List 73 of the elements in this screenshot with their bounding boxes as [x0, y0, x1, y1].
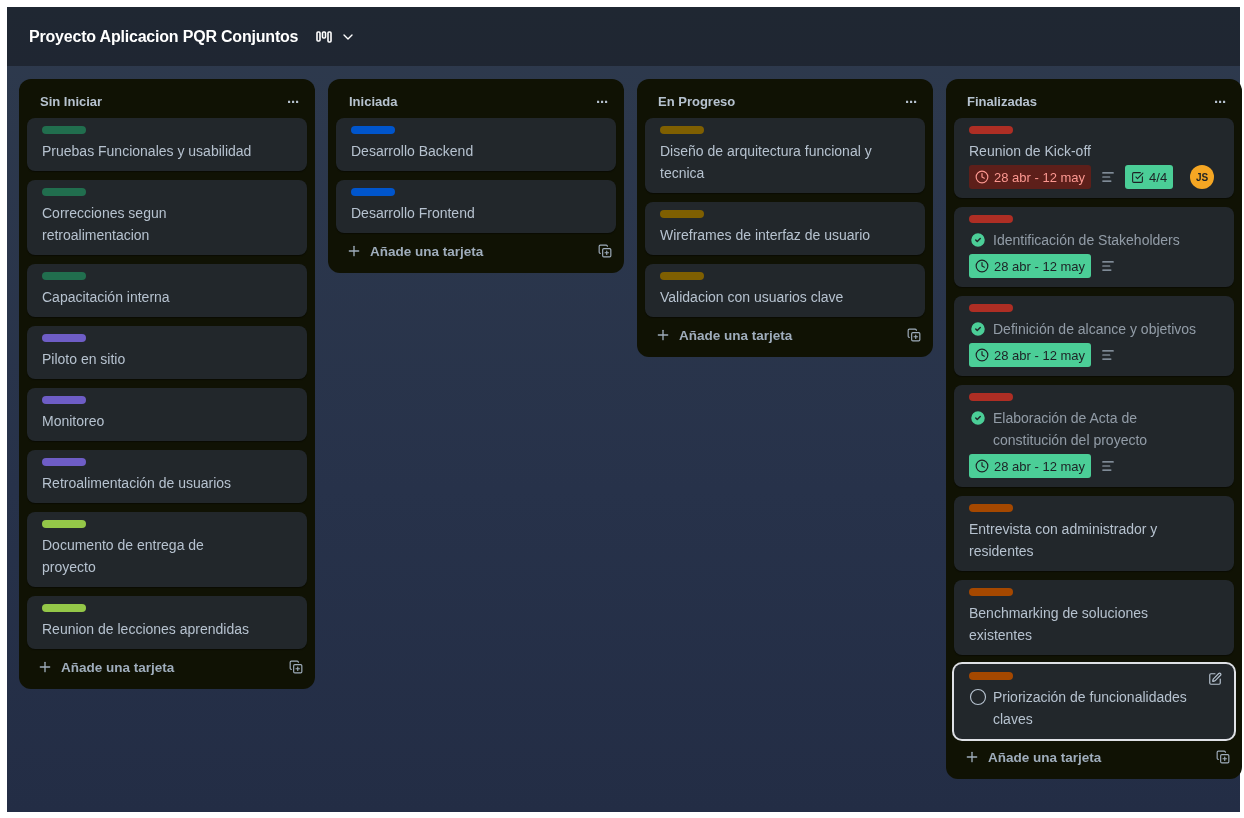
card-title: Desarrollo Frontend — [351, 204, 475, 223]
card[interactable]: Elaboración de Acta de constitución del proyecto 28 abr - 12 may — [954, 385, 1234, 487]
list-title: Iniciada — [349, 94, 398, 109]
add-card-button[interactable]: Añade una tarjeta — [346, 243, 484, 259]
plus-icon — [346, 243, 362, 259]
add-card-button[interactable]: Añade una tarjeta — [655, 327, 793, 343]
card-title: Wireframes de interfaz de usuario — [660, 226, 871, 245]
add-card-button[interactable]: Añade una tarjeta — [964, 749, 1102, 765]
list-menu-button[interactable]: ··· — [901, 93, 921, 110]
template-icon[interactable] — [598, 244, 612, 258]
card[interactable]: Monitoreo — [27, 388, 307, 441]
card-title: Correcciones segun retroalimentacion — [42, 204, 168, 245]
card[interactable]: Validacion con usuarios clave — [645, 264, 925, 317]
checklist-badge: 4/4 — [1125, 165, 1174, 189]
due-date-badge[interactable]: 28 abr - 12 may — [969, 343, 1092, 367]
card[interactable]: Wireframes de interfaz de usuario — [645, 202, 925, 255]
plus-icon — [964, 749, 980, 765]
add-card-button[interactable]: Añade una tarjeta — [37, 659, 175, 675]
card-title: Desarrollo Backend — [351, 142, 474, 161]
card-title: Validacion con usuarios clave — [660, 288, 844, 307]
card[interactable]: Identificación de Stakeholders 28 abr - 12 may — [954, 207, 1234, 287]
check-circle-icon[interactable] — [969, 409, 987, 427]
card-title: Retroalimentación de usuarios — [42, 474, 232, 493]
card[interactable]: Piloto en sitio — [27, 326, 307, 379]
card-title: Reunion de Kick-off — [969, 142, 1091, 161]
due-date-badge[interactable]: 28 abr - 12 may — [969, 454, 1092, 478]
template-icon[interactable] — [1216, 750, 1230, 764]
plus-icon — [37, 659, 53, 675]
due-date-badge[interactable]: 28 abr - 12 may — [969, 254, 1092, 278]
card[interactable]: Capacitación interna — [27, 264, 307, 317]
board-title: Proyecto Aplicacion PQR Conjuntos — [29, 27, 299, 46]
card[interactable]: Priorización de funcionalidades claves — [954, 664, 1234, 739]
list-title: Sin Iniciar — [40, 94, 103, 109]
board-view-icon — [316, 29, 333, 44]
empty-circle-icon[interactable] — [969, 688, 987, 706]
list-menu-button[interactable]: ··· — [1210, 93, 1230, 110]
list-menu-button[interactable]: ··· — [283, 93, 303, 110]
member-avatar[interactable]: JS — [1190, 165, 1214, 189]
template-icon[interactable] — [289, 660, 303, 674]
card[interactable]: Retroalimentación de usuarios — [27, 450, 307, 503]
card[interactable]: Correcciones segun retroalimentacion — [27, 180, 307, 255]
due-date-badge[interactable]: 28 abr - 12 may — [969, 165, 1092, 189]
card-title: Entrevista con administrador y residentes — [969, 520, 1159, 561]
card-title: Diseño de arquitectura funcional y tecnica — [660, 142, 873, 183]
card-title: Piloto en sitio — [42, 350, 126, 369]
card-title: Pruebas Funcionales y usabilidad — [42, 142, 252, 161]
card-title: Reunion de lecciones aprendidas — [42, 620, 250, 639]
card[interactable]: Documento de entrega de proyecto — [27, 512, 307, 587]
card-title: Definición de alcance y objetivos — [993, 320, 1197, 339]
card-title: Benchmarking de soluciones existentes — [969, 604, 1149, 645]
card[interactable]: Reunion de lecciones aprendidas — [27, 596, 307, 649]
card[interactable]: Pruebas Funcionales y usabilidad — [27, 118, 307, 171]
card[interactable]: Desarrollo Frontend — [336, 180, 616, 233]
card[interactable]: Diseño de arquitectura funcional y tecnica — [645, 118, 925, 193]
card[interactable]: Entrevista con administrador y residentes — [954, 496, 1234, 571]
card-title: Documento de entrega de proyecto — [42, 536, 205, 577]
card[interactable]: Desarrollo Backend — [336, 118, 616, 171]
template-icon[interactable] — [907, 328, 921, 342]
plus-icon — [655, 327, 671, 343]
list-title: Finalizadas — [967, 94, 1038, 109]
card-title: Monitoreo — [42, 412, 105, 431]
check-circle-icon[interactable] — [969, 231, 987, 249]
card-title: Identificación de Stakeholders — [993, 231, 1180, 250]
list-title: En Progreso — [658, 94, 736, 109]
card[interactable]: Benchmarking de soluciones existentes — [954, 580, 1234, 655]
list-menu-button[interactable]: ··· — [592, 93, 612, 110]
edit-icon[interactable] — [1208, 672, 1222, 686]
card[interactable]: Definición de alcance y objetivos 28 abr - 12 may — [954, 296, 1234, 376]
card[interactable]: Reunion de Kick-off 28 abr - 12 may 4/4 JS — [954, 118, 1234, 198]
check-circle-icon[interactable] — [969, 320, 987, 338]
card-title: Priorización de funcionalidades claves — [993, 688, 1188, 729]
card-title: Elaboración de Acta de constitución del proyecto — [993, 409, 1149, 450]
card-title: Capacitación interna — [42, 288, 170, 307]
